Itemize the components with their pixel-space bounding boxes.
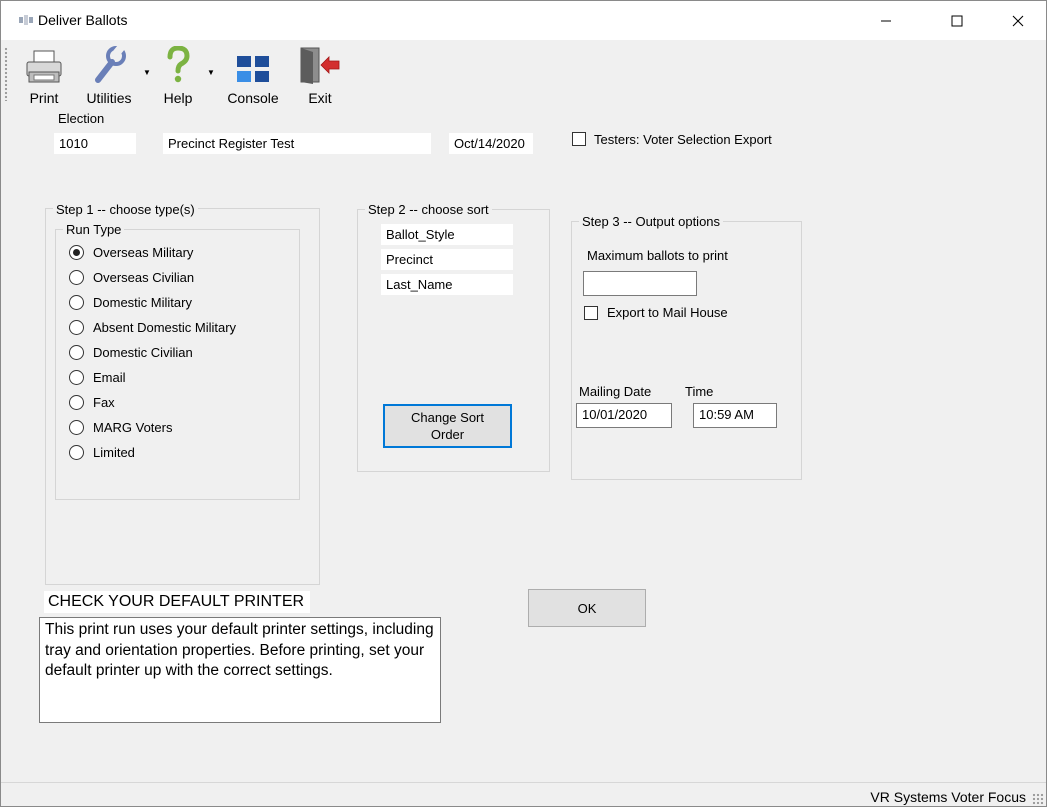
sort-field-2[interactable]: Precinct [381,249,513,270]
radio-button[interactable] [69,269,84,285]
console-grid-icon [237,56,269,82]
election-number-field[interactable]: 1010 [54,133,136,154]
help-button[interactable]: Help [159,46,197,106]
help-label: Help [163,90,193,106]
printer-icon [26,50,62,83]
testers-checkbox[interactable] [572,132,586,146]
max-ballots-input[interactable] [583,271,697,296]
sort-field-1[interactable]: Ballot_Style [381,224,513,245]
maximize-button[interactable] [934,1,980,40]
change-sort-label-line1: Change Sort [411,410,484,425]
printer-notice-text: This print run uses your default printer… [39,617,441,723]
minimize-icon [881,20,891,21]
utilities-button[interactable]: Utilities [81,46,137,106]
step2-title: Step 2 -- choose sort [365,202,492,217]
radio-fax[interactable]: Fax [69,393,115,411]
mailing-date-label: Mailing Date [579,384,652,399]
radio-marg-voters[interactable]: MARG Voters [69,418,172,436]
close-button[interactable] [995,1,1041,40]
radio-overseas-civilian[interactable]: Overseas Civilian [69,268,194,286]
app-icon [19,15,33,25]
radio-label: MARG Voters [93,419,173,435]
toolbar-grip[interactable] [4,47,8,101]
radio-limited[interactable]: Limited [69,443,135,461]
run-type-title: Run Type [63,222,125,237]
minimize-button[interactable] [863,1,909,40]
radio-label: Domestic Military [93,294,192,310]
radio-domestic-military[interactable]: Domestic Military [69,293,192,311]
wrench-icon [95,46,126,83]
radio-button[interactable] [69,344,84,360]
time-label: Time [685,384,714,399]
testers-checkbox-label[interactable]: Testers: Voter Selection Export [594,132,772,147]
radio-label: Email [93,369,126,385]
help-question-icon [167,46,190,83]
exit-button[interactable]: Exit [299,46,341,106]
radio-absent-domestic-military[interactable]: Absent Domestic Military [69,318,236,336]
radio-button[interactable] [69,369,84,385]
radio-label: Overseas Military [93,244,194,260]
radio-overseas-military[interactable]: Overseas Military [69,243,193,261]
max-ballots-label: Maximum ballots to print [587,248,728,263]
print-button[interactable]: Print [23,46,65,106]
ok-button[interactable]: OK [528,589,646,627]
export-mail-house-label[interactable]: Export to Mail House [607,305,728,320]
radio-label: Fax [93,394,115,410]
mailing-date-input[interactable]: 10/01/2020 [576,403,672,428]
resize-grip-icon[interactable] [1032,793,1044,805]
election-name-field[interactable]: Precinct Register Test [163,133,431,154]
radio-button[interactable] [69,419,84,435]
radio-email[interactable]: Email [69,368,126,386]
utilities-label: Utilities [86,90,132,106]
close-icon [1012,15,1024,26]
console-button[interactable]: Console [223,46,283,106]
radio-label: Absent Domestic Military [93,319,237,335]
sort-field-3[interactable]: Last_Name [381,274,513,295]
title-bar: Deliver Ballots [1,1,1046,40]
radio-label: Overseas Civilian [93,269,195,285]
radio-domestic-civilian[interactable]: Domestic Civilian [69,343,193,361]
change-sort-label-line2: Order [430,427,465,442]
ok-label: OK [577,600,597,616]
change-sort-order-button[interactable]: Change Sort Order [383,404,512,448]
step3-title: Step 3 -- Output options [579,214,724,229]
exit-door-icon [300,47,340,84]
window-title: Deliver Ballots [38,12,128,28]
radio-button[interactable] [69,244,84,260]
radio-label: Domestic Civilian [93,344,193,360]
election-label: Election [58,111,105,126]
step1-title: Step 1 -- choose type(s) [53,202,198,217]
printer-notice-title: CHECK YOUR DEFAULT PRINTER [44,591,310,613]
radio-button[interactable] [69,394,84,410]
deliver-ballots-window: Deliver Ballots Print Utilities ▼ Help ▼… [0,0,1047,807]
print-label: Print [29,90,59,106]
exit-label: Exit [308,90,332,106]
time-input[interactable]: 10:59 AM [693,403,777,428]
radio-button[interactable] [69,319,84,335]
radio-button[interactable] [69,444,84,460]
radio-button[interactable] [69,294,84,310]
utilities-dropdown-arrow-icon[interactable]: ▼ [143,68,151,77]
toolbar: Print Utilities ▼ Help ▼ Console Exit [1,40,1046,106]
radio-label: Limited [93,444,135,460]
maximize-icon [951,15,963,26]
status-bar: VR Systems Voter Focus [1,782,1046,807]
status-text: VR Systems Voter Focus [870,789,1026,805]
election-date-field[interactable]: Oct/14/2020 [449,133,533,154]
export-mail-house-checkbox[interactable] [584,306,598,320]
console-label: Console [227,90,279,106]
help-dropdown-arrow-icon[interactable]: ▼ [207,68,215,77]
